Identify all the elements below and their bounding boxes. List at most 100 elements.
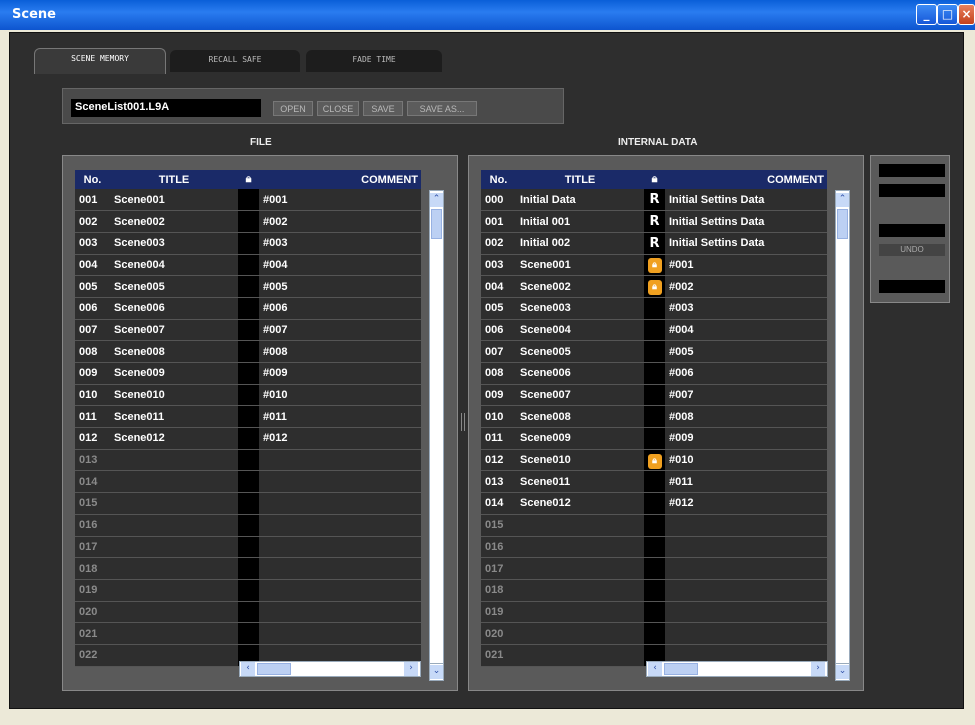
table-row[interactable]: 008 Scene006 #006: [481, 362, 827, 385]
scroll-up-icon[interactable]: ⌃: [430, 193, 443, 207]
table-row[interactable]: 002 Initial 002 R Initial Settins Data: [481, 232, 827, 255]
table-row[interactable]: 005 Scene005 #005: [75, 275, 421, 298]
scroll-thumb[interactable]: [837, 209, 848, 239]
table-row[interactable]: 011 Scene011 #011: [75, 405, 421, 429]
column-header-title[interactable]: TITLE: [516, 170, 644, 189]
scroll-down-icon[interactable]: ⌄: [430, 665, 443, 679]
row-title: Scene001: [110, 189, 238, 212]
table-row[interactable]: 017: [481, 557, 827, 580]
table-row[interactable]: 001 Initial 001 R Initial Settins Data: [481, 210, 827, 233]
table-row[interactable]: 010 Scene010 #010: [75, 384, 421, 407]
table-row[interactable]: 015: [75, 492, 421, 515]
table-row[interactable]: 016: [75, 514, 421, 537]
row-number: 003: [481, 254, 516, 277]
scroll-thumb[interactable]: [431, 209, 442, 239]
row-title: Scene011: [516, 470, 644, 494]
scroll-right-icon[interactable]: ›: [404, 662, 418, 676]
table-row[interactable]: 005 Scene003 #003: [481, 297, 827, 320]
row-number: 007: [481, 340, 516, 363]
lock-icon: 🔒︎: [245, 173, 252, 185]
file-horizontal-scrollbar[interactable]: ‹ ›: [239, 661, 421, 677]
table-row[interactable]: 018: [75, 557, 421, 580]
table-row[interactable]: 010 Scene008 #008: [481, 405, 827, 429]
row-number: 018: [75, 557, 110, 580]
table-row[interactable]: 016: [481, 536, 827, 559]
maximize-button[interactable]: □: [937, 4, 958, 25]
row-lock-cell: [238, 232, 259, 255]
table-row[interactable]: 006 Scene006 #006: [75, 297, 421, 320]
table-row[interactable]: 020: [75, 601, 421, 624]
save-as-button[interactable]: SAVE AS...: [407, 101, 477, 116]
table-row[interactable]: 021: [75, 622, 421, 645]
table-row[interactable]: 004 Scene002 🔒︎ #002: [481, 275, 827, 298]
internal-vertical-scrollbar[interactable]: ⌃: [835, 190, 850, 664]
save-button[interactable]: SAVE: [363, 101, 403, 116]
file-vertical-scrollbar[interactable]: ⌃: [429, 190, 444, 664]
side-button-2[interactable]: [879, 184, 945, 197]
row-number: 001: [481, 210, 516, 233]
side-button-4[interactable]: [879, 280, 945, 293]
tab-recall-safe[interactable]: RECALL SAFE: [170, 50, 300, 72]
column-header-comment[interactable]: COMMENT: [665, 170, 827, 189]
column-header-no[interactable]: No.: [481, 170, 516, 189]
table-row[interactable]: 009 Scene007 #007: [481, 384, 827, 407]
row-title: Scene002: [516, 275, 644, 298]
row-comment: #004: [665, 319, 827, 342]
undo-button[interactable]: UNDO: [879, 244, 945, 256]
table-row[interactable]: 006 Scene004 #004: [481, 319, 827, 342]
table-row[interactable]: 004 Scene004 #004: [75, 254, 421, 277]
table-row[interactable]: 007 Scene007 #007: [75, 319, 421, 342]
scroll-up-icon[interactable]: ⌃: [836, 193, 849, 207]
scroll-left-icon[interactable]: ‹: [648, 662, 662, 676]
column-header-lock[interactable]: 🔒︎: [238, 170, 259, 189]
side-button-1[interactable]: [879, 164, 945, 177]
table-row[interactable]: 015: [481, 514, 827, 537]
table-row[interactable]: 009 Scene009 #009: [75, 362, 421, 385]
table-row[interactable]: 019: [75, 579, 421, 602]
column-header-lock[interactable]: 🔒︎: [644, 170, 665, 189]
row-number: 001: [75, 189, 110, 212]
table-row[interactable]: 011 Scene009 #009: [481, 427, 827, 450]
row-number: 020: [75, 601, 110, 624]
h-scroll-thumb[interactable]: [257, 663, 291, 675]
table-row[interactable]: 008 Scene008 #008: [75, 340, 421, 363]
table-row[interactable]: 002 Scene002 #002: [75, 210, 421, 233]
close-button[interactable]: ×: [958, 4, 975, 25]
table-row[interactable]: 000 Initial Data R Initial Settins Data: [481, 189, 827, 212]
table-row[interactable]: 014 Scene012 #012: [481, 492, 827, 515]
table-row[interactable]: 003 Scene001 🔒︎ #001: [481, 254, 827, 277]
scroll-down-icon[interactable]: ⌄: [836, 665, 849, 679]
minimize-button[interactable]: _: [916, 4, 937, 25]
side-button-3[interactable]: [879, 224, 945, 237]
table-row[interactable]: 012 Scene012 #012: [75, 427, 421, 450]
row-number: 000: [481, 189, 516, 212]
internal-horizontal-scrollbar[interactable]: ‹ ›: [646, 661, 828, 677]
table-row[interactable]: 019: [481, 601, 827, 624]
column-header-no[interactable]: No.: [75, 170, 110, 189]
table-row[interactable]: 013 Scene011 #011: [481, 470, 827, 494]
column-header-title[interactable]: TITLE: [110, 170, 238, 189]
h-scroll-thumb[interactable]: [664, 663, 698, 675]
filename-field[interactable]: SceneList001.L9A: [71, 99, 261, 117]
row-comment: #006: [259, 297, 421, 320]
table-row[interactable]: 003 Scene003 #003: [75, 232, 421, 255]
table-row[interactable]: 007 Scene005 #005: [481, 340, 827, 363]
column-header-comment[interactable]: COMMENT: [259, 170, 421, 189]
lock-icon: 🔒︎: [647, 258, 662, 274]
table-row[interactable]: 012 Scene010 🔒︎ #010: [481, 449, 827, 472]
table-row[interactable]: 014: [75, 470, 421, 494]
splitter-grip[interactable]: [461, 413, 465, 431]
scroll-right-icon[interactable]: ›: [811, 662, 825, 676]
table-row[interactable]: 017: [75, 536, 421, 559]
open-button[interactable]: OPEN: [273, 101, 313, 116]
table-row[interactable]: 018: [481, 579, 827, 602]
close-file-button[interactable]: CLOSE: [317, 101, 359, 116]
table-row[interactable]: 001 Scene001 #001: [75, 189, 421, 212]
tab-fade-time[interactable]: FADE TIME: [306, 50, 442, 72]
scroll-left-icon[interactable]: ‹: [241, 662, 255, 676]
row-comment: #008: [259, 340, 421, 363]
tab-scene-memory[interactable]: SCENE MEMORY: [34, 48, 166, 74]
table-row[interactable]: 020: [481, 622, 827, 645]
table-row[interactable]: 013: [75, 449, 421, 472]
row-comment: [665, 536, 827, 559]
